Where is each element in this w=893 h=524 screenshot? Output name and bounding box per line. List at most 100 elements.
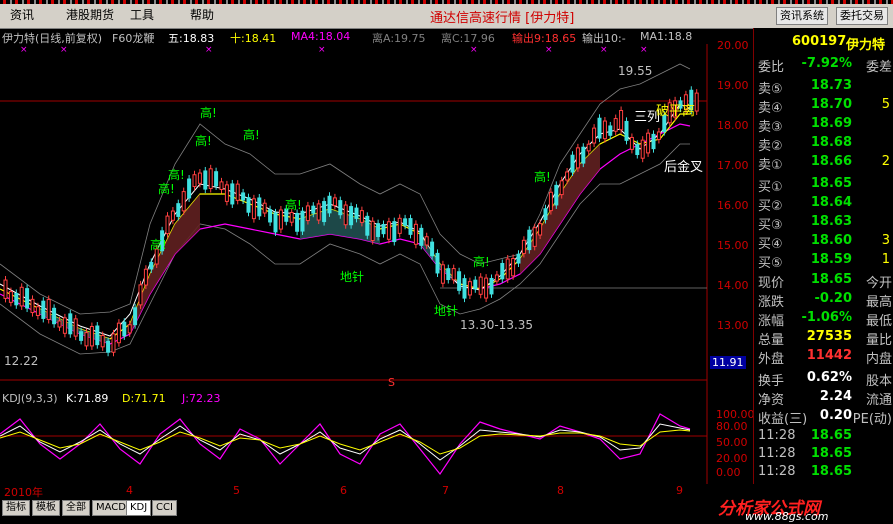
candle-body bbox=[100, 335, 105, 348]
date-sep: 9 bbox=[676, 484, 683, 497]
candle-body bbox=[538, 223, 543, 236]
candle-body bbox=[370, 220, 375, 242]
stat-row-0-label2: 今开 bbox=[865, 276, 892, 291]
kdj-axis-80: 80.00 bbox=[716, 420, 748, 433]
candle-body bbox=[116, 322, 121, 344]
candle-body bbox=[327, 195, 332, 214]
trade-button[interactable]: 委托交易 bbox=[836, 7, 888, 25]
stat-row-1-label2: 最高 bbox=[865, 295, 892, 310]
date-apr: 4 bbox=[126, 484, 133, 497]
candle-body bbox=[640, 139, 645, 159]
candle-body bbox=[57, 320, 62, 328]
candle-body bbox=[224, 184, 229, 202]
tab-macd[interactable]: MACD bbox=[92, 500, 130, 516]
tab-all[interactable]: 全部 bbox=[62, 500, 90, 516]
menu-item-tools[interactable]: 工具 bbox=[130, 6, 154, 23]
buy-row-3: 买③ 18.63 bbox=[758, 214, 892, 233]
candle-body bbox=[446, 268, 451, 281]
buy-row-4: 买④ 18.60 3 bbox=[758, 233, 892, 252]
candle-body bbox=[3, 279, 8, 299]
weibi-row: 委比 -7.92% 委差 bbox=[758, 56, 892, 75]
candle-body bbox=[73, 318, 78, 337]
candle-body bbox=[646, 132, 651, 154]
candle-body bbox=[543, 208, 548, 220]
label-high-1: 高! bbox=[200, 106, 217, 120]
buy-row-3-value: 18.63 bbox=[810, 214, 852, 229]
candle-body bbox=[241, 192, 246, 201]
extra-row-0-label: 换手 bbox=[758, 374, 785, 389]
sell-row-4-label: 卖④ bbox=[758, 101, 783, 116]
extra-row-1: 净资 2.24 流通 bbox=[758, 389, 892, 408]
sell-row-5-label: 卖⑤ bbox=[758, 82, 783, 97]
tab-cci[interactable]: CCI bbox=[152, 500, 177, 516]
tick-row-2: 11:28 18.65 bbox=[758, 464, 892, 482]
stat-row-1: 涨跌 -0.20 最高 bbox=[758, 291, 892, 310]
candle-body bbox=[527, 229, 532, 251]
candle-body bbox=[138, 284, 143, 306]
candle-body bbox=[511, 258, 516, 277]
sell-row-1-value: 18.66 bbox=[810, 154, 852, 169]
extra-row-2-label: 收益(三) bbox=[758, 412, 808, 427]
candle-body bbox=[619, 109, 624, 131]
buy-row-5-label: 买⑤ bbox=[758, 256, 783, 271]
candle-body bbox=[197, 172, 202, 184]
candle-body bbox=[289, 211, 294, 223]
candle-body bbox=[311, 205, 316, 214]
buy-row-4-qty: 3 bbox=[881, 233, 890, 248]
weibi-value: -7.92% bbox=[801, 56, 853, 71]
ma-five: 五:18.83 bbox=[168, 32, 215, 45]
extra-row-0-value: 0.62% bbox=[806, 370, 852, 385]
price-axis-14: 14.00 bbox=[717, 279, 749, 292]
tab-indicator[interactable]: 指标 bbox=[2, 500, 30, 516]
stat-row-4: 外盘 11442 内盘 bbox=[758, 348, 892, 367]
label-high-7: 高! bbox=[285, 198, 302, 212]
candle-body bbox=[214, 171, 219, 187]
price-axis-current: 11.91 bbox=[710, 356, 746, 369]
candle-body bbox=[295, 212, 300, 232]
candle-body bbox=[548, 191, 553, 212]
price-axis-19: 19.00 bbox=[717, 79, 749, 92]
candle-body bbox=[397, 217, 402, 234]
stat-row-3-label2: 量比 bbox=[865, 333, 892, 348]
candle-body bbox=[332, 197, 337, 207]
kdj-chart[interactable] bbox=[0, 404, 708, 482]
menu-item-help[interactable]: 帮助 bbox=[190, 6, 214, 23]
date-jul: 7 bbox=[442, 484, 449, 497]
candle-body bbox=[613, 118, 618, 132]
stat-row-2-label: 涨幅 bbox=[758, 314, 785, 329]
buy-row-5-value: 18.59 bbox=[810, 252, 852, 267]
candle-body bbox=[624, 120, 629, 141]
candle-body bbox=[133, 307, 138, 326]
stat-row-2-value: -1.06% bbox=[801, 310, 853, 325]
menu-item-hk-futures[interactable]: 港股期货 bbox=[66, 6, 114, 23]
sell-row-1-label: 卖① bbox=[758, 158, 783, 173]
stat-row-3-value: 27535 bbox=[806, 329, 852, 344]
buy-row-2-value: 18.64 bbox=[810, 195, 852, 210]
candle-body bbox=[419, 227, 424, 246]
tab-template[interactable]: 模板 bbox=[32, 500, 60, 516]
candle-body bbox=[343, 204, 348, 226]
ma1-value: MA1:18.8 bbox=[640, 30, 693, 43]
candle-body bbox=[392, 221, 397, 243]
news-system-button[interactable]: 资讯系统 bbox=[776, 7, 828, 25]
candle-body bbox=[52, 307, 57, 325]
stat-row-0: 现价 18.65 今开 bbox=[758, 272, 892, 291]
candle-body bbox=[262, 202, 267, 214]
candle-body bbox=[473, 279, 478, 290]
sell-row-4: 卖④ 18.70 5 bbox=[758, 97, 892, 116]
price-axis-13: 13.00 bbox=[717, 319, 749, 332]
label-high-8: 高! bbox=[473, 255, 490, 269]
date-may: 5 bbox=[233, 484, 240, 497]
label-houjincha: 后金叉 bbox=[664, 160, 704, 175]
tab-kdj[interactable]: KDJ bbox=[126, 500, 152, 516]
stat-row-1-value: -0.20 bbox=[814, 291, 852, 306]
sell-row-4-value: 18.70 bbox=[810, 97, 852, 112]
extra-row-1-label: 净资 bbox=[758, 393, 785, 408]
candle-body bbox=[354, 207, 359, 219]
candle-body bbox=[62, 317, 67, 334]
li-a-value: 离A:19.75 bbox=[372, 32, 426, 45]
candle-body bbox=[322, 201, 327, 223]
menu-item-info[interactable]: 资讯 bbox=[10, 6, 34, 23]
ma-ten: 十:18.41 bbox=[230, 32, 277, 45]
candle-body bbox=[694, 92, 699, 112]
